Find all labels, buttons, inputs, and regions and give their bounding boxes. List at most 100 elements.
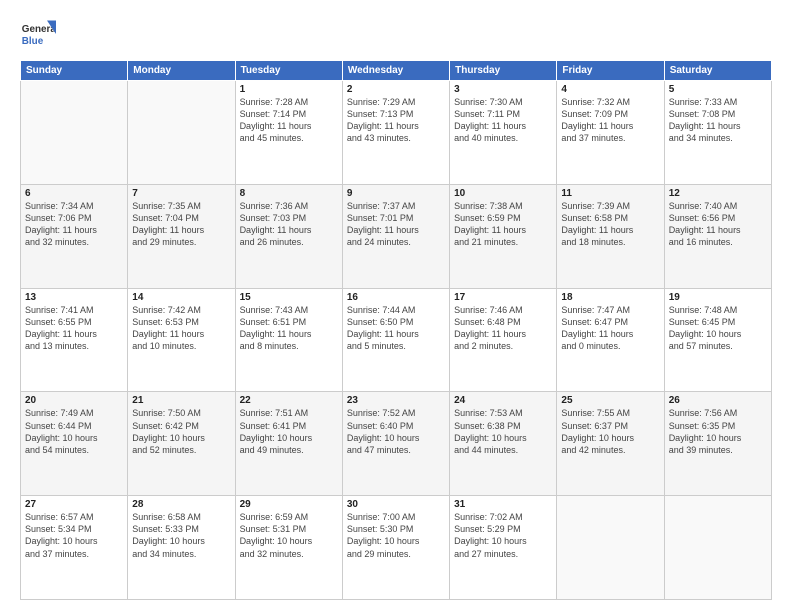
day-info: Sunrise: 7:48 AM Sunset: 6:45 PM Dayligh… — [669, 304, 767, 353]
day-number: 10 — [454, 188, 552, 199]
calendar-cell: 6Sunrise: 7:34 AM Sunset: 7:06 PM Daylig… — [21, 184, 128, 288]
day-info: Sunrise: 7:51 AM Sunset: 6:41 PM Dayligh… — [240, 407, 338, 456]
calendar-cell — [21, 81, 128, 185]
day-number: 25 — [561, 395, 659, 406]
day-info: Sunrise: 7:52 AM Sunset: 6:40 PM Dayligh… — [347, 407, 445, 456]
calendar-cell: 8Sunrise: 7:36 AM Sunset: 7:03 PM Daylig… — [235, 184, 342, 288]
day-info: Sunrise: 7:55 AM Sunset: 6:37 PM Dayligh… — [561, 407, 659, 456]
logo-icon: General Blue — [20, 16, 56, 52]
day-info: Sunrise: 7:46 AM Sunset: 6:48 PM Dayligh… — [454, 304, 552, 353]
day-number: 11 — [561, 188, 659, 199]
page: General Blue SundayMondayTuesdayWednesda… — [0, 0, 792, 612]
day-info: Sunrise: 7:28 AM Sunset: 7:14 PM Dayligh… — [240, 96, 338, 145]
calendar-body: 1Sunrise: 7:28 AM Sunset: 7:14 PM Daylig… — [21, 81, 772, 600]
day-info: Sunrise: 7:56 AM Sunset: 6:35 PM Dayligh… — [669, 407, 767, 456]
day-number: 30 — [347, 499, 445, 510]
day-info: Sunrise: 7:47 AM Sunset: 6:47 PM Dayligh… — [561, 304, 659, 353]
calendar-week-row: 6Sunrise: 7:34 AM Sunset: 7:06 PM Daylig… — [21, 184, 772, 288]
calendar-header-thursday: Thursday — [450, 61, 557, 81]
day-number: 13 — [25, 292, 123, 303]
calendar-header-saturday: Saturday — [664, 61, 771, 81]
day-info: Sunrise: 7:39 AM Sunset: 6:58 PM Dayligh… — [561, 200, 659, 249]
calendar-cell — [664, 496, 771, 600]
calendar-week-row: 13Sunrise: 7:41 AM Sunset: 6:55 PM Dayli… — [21, 288, 772, 392]
day-number: 26 — [669, 395, 767, 406]
day-number: 12 — [669, 188, 767, 199]
day-number: 7 — [132, 188, 230, 199]
day-number: 27 — [25, 499, 123, 510]
calendar-cell: 5Sunrise: 7:33 AM Sunset: 7:08 PM Daylig… — [664, 81, 771, 185]
calendar-cell: 20Sunrise: 7:49 AM Sunset: 6:44 PM Dayli… — [21, 392, 128, 496]
day-number: 6 — [25, 188, 123, 199]
day-number: 3 — [454, 84, 552, 95]
day-info: Sunrise: 7:36 AM Sunset: 7:03 PM Dayligh… — [240, 200, 338, 249]
calendar-cell: 1Sunrise: 7:28 AM Sunset: 7:14 PM Daylig… — [235, 81, 342, 185]
day-info: Sunrise: 7:37 AM Sunset: 7:01 PM Dayligh… — [347, 200, 445, 249]
day-info: Sunrise: 7:49 AM Sunset: 6:44 PM Dayligh… — [25, 407, 123, 456]
day-info: Sunrise: 7:50 AM Sunset: 6:42 PM Dayligh… — [132, 407, 230, 456]
calendar-cell: 4Sunrise: 7:32 AM Sunset: 7:09 PM Daylig… — [557, 81, 664, 185]
day-number: 15 — [240, 292, 338, 303]
calendar-header-sunday: Sunday — [21, 61, 128, 81]
day-info: Sunrise: 7:35 AM Sunset: 7:04 PM Dayligh… — [132, 200, 230, 249]
day-number: 20 — [25, 395, 123, 406]
day-info: Sunrise: 7:34 AM Sunset: 7:06 PM Dayligh… — [25, 200, 123, 249]
calendar-header-wednesday: Wednesday — [342, 61, 449, 81]
day-number: 2 — [347, 84, 445, 95]
calendar-week-row: 27Sunrise: 6:57 AM Sunset: 5:34 PM Dayli… — [21, 496, 772, 600]
calendar-header-tuesday: Tuesday — [235, 61, 342, 81]
calendar-header-friday: Friday — [557, 61, 664, 81]
calendar-cell: 19Sunrise: 7:48 AM Sunset: 6:45 PM Dayli… — [664, 288, 771, 392]
calendar-cell: 24Sunrise: 7:53 AM Sunset: 6:38 PM Dayli… — [450, 392, 557, 496]
calendar-table: SundayMondayTuesdayWednesdayThursdayFrid… — [20, 60, 772, 600]
day-info: Sunrise: 6:59 AM Sunset: 5:31 PM Dayligh… — [240, 511, 338, 560]
day-info: Sunrise: 7:53 AM Sunset: 6:38 PM Dayligh… — [454, 407, 552, 456]
logo: General Blue — [20, 16, 56, 52]
day-info: Sunrise: 6:58 AM Sunset: 5:33 PM Dayligh… — [132, 511, 230, 560]
calendar-cell: 12Sunrise: 7:40 AM Sunset: 6:56 PM Dayli… — [664, 184, 771, 288]
calendar-cell — [557, 496, 664, 600]
day-number: 31 — [454, 499, 552, 510]
calendar-cell: 30Sunrise: 7:00 AM Sunset: 5:30 PM Dayli… — [342, 496, 449, 600]
calendar-cell: 10Sunrise: 7:38 AM Sunset: 6:59 PM Dayli… — [450, 184, 557, 288]
day-info: Sunrise: 7:32 AM Sunset: 7:09 PM Dayligh… — [561, 96, 659, 145]
day-info: Sunrise: 7:38 AM Sunset: 6:59 PM Dayligh… — [454, 200, 552, 249]
day-number: 9 — [347, 188, 445, 199]
header: General Blue — [20, 16, 772, 52]
calendar-header-monday: Monday — [128, 61, 235, 81]
calendar-cell: 25Sunrise: 7:55 AM Sunset: 6:37 PM Dayli… — [557, 392, 664, 496]
calendar-cell: 3Sunrise: 7:30 AM Sunset: 7:11 PM Daylig… — [450, 81, 557, 185]
day-number: 16 — [347, 292, 445, 303]
calendar-cell: 7Sunrise: 7:35 AM Sunset: 7:04 PM Daylig… — [128, 184, 235, 288]
day-number: 19 — [669, 292, 767, 303]
day-number: 8 — [240, 188, 338, 199]
calendar-cell: 13Sunrise: 7:41 AM Sunset: 6:55 PM Dayli… — [21, 288, 128, 392]
day-number: 29 — [240, 499, 338, 510]
calendar-cell: 17Sunrise: 7:46 AM Sunset: 6:48 PM Dayli… — [450, 288, 557, 392]
day-info: Sunrise: 7:02 AM Sunset: 5:29 PM Dayligh… — [454, 511, 552, 560]
day-number: 14 — [132, 292, 230, 303]
day-info: Sunrise: 7:41 AM Sunset: 6:55 PM Dayligh… — [25, 304, 123, 353]
day-info: Sunrise: 7:44 AM Sunset: 6:50 PM Dayligh… — [347, 304, 445, 353]
day-info: Sunrise: 7:42 AM Sunset: 6:53 PM Dayligh… — [132, 304, 230, 353]
calendar-header-row: SundayMondayTuesdayWednesdayThursdayFrid… — [21, 61, 772, 81]
day-info: Sunrise: 7:29 AM Sunset: 7:13 PM Dayligh… — [347, 96, 445, 145]
day-number: 17 — [454, 292, 552, 303]
calendar-cell: 11Sunrise: 7:39 AM Sunset: 6:58 PM Dayli… — [557, 184, 664, 288]
calendar-cell: 14Sunrise: 7:42 AM Sunset: 6:53 PM Dayli… — [128, 288, 235, 392]
svg-text:Blue: Blue — [22, 36, 44, 47]
calendar-cell: 29Sunrise: 6:59 AM Sunset: 5:31 PM Dayli… — [235, 496, 342, 600]
calendar-cell: 21Sunrise: 7:50 AM Sunset: 6:42 PM Dayli… — [128, 392, 235, 496]
day-info: Sunrise: 6:57 AM Sunset: 5:34 PM Dayligh… — [25, 511, 123, 560]
calendar-cell: 28Sunrise: 6:58 AM Sunset: 5:33 PM Dayli… — [128, 496, 235, 600]
day-info: Sunrise: 7:00 AM Sunset: 5:30 PM Dayligh… — [347, 511, 445, 560]
calendar-week-row: 20Sunrise: 7:49 AM Sunset: 6:44 PM Dayli… — [21, 392, 772, 496]
day-number: 24 — [454, 395, 552, 406]
day-number: 5 — [669, 84, 767, 95]
calendar-cell: 16Sunrise: 7:44 AM Sunset: 6:50 PM Dayli… — [342, 288, 449, 392]
day-number: 1 — [240, 84, 338, 95]
day-number: 18 — [561, 292, 659, 303]
calendar-cell: 23Sunrise: 7:52 AM Sunset: 6:40 PM Dayli… — [342, 392, 449, 496]
calendar-cell: 15Sunrise: 7:43 AM Sunset: 6:51 PM Dayli… — [235, 288, 342, 392]
calendar-cell: 22Sunrise: 7:51 AM Sunset: 6:41 PM Dayli… — [235, 392, 342, 496]
